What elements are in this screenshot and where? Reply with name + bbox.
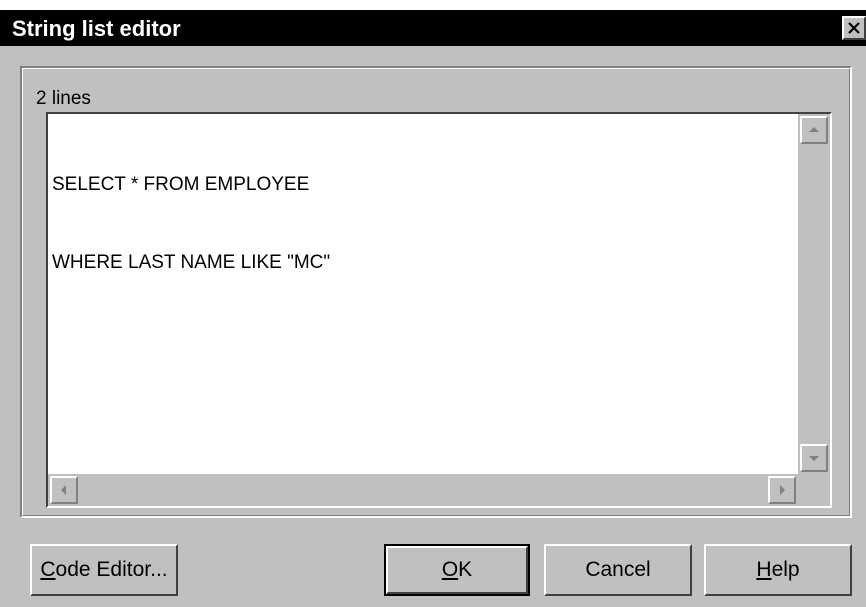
scrollbar-corner <box>798 474 830 506</box>
close-icon <box>848 22 860 34</box>
horizontal-scrollbar[interactable] <box>48 474 798 506</box>
cancel-button[interactable]: Cancel <box>544 544 692 596</box>
ok-button[interactable]: OK <box>384 544 530 596</box>
editor-group: 2 lines SELECT * FROM EMPLOYEE WHERE LAS… <box>20 66 852 518</box>
editor-content: SELECT * FROM EMPLOYEE WHERE LAST NAME L… <box>52 120 330 328</box>
arrow-down-icon <box>809 456 819 461</box>
arrow-up-icon <box>809 127 819 132</box>
help-button[interactable]: Help <box>704 544 852 596</box>
close-button[interactable] <box>842 16 866 40</box>
string-list-textarea[interactable]: SELECT * FROM EMPLOYEE WHERE LAST NAME L… <box>46 112 832 508</box>
arrow-left-icon <box>61 485 66 495</box>
string-list-editor-dialog: String list editor 2 lines SELECT * FROM… <box>0 10 866 607</box>
editor-line: WHERE LAST NAME LIKE "MC" <box>52 252 331 273</box>
title-bar: String list editor <box>0 10 866 46</box>
scroll-up-button[interactable] <box>800 116 828 144</box>
vertical-scrollbar[interactable] <box>798 114 830 474</box>
editor-line: SELECT * FROM EMPLOYEE <box>52 174 310 195</box>
scroll-down-button[interactable] <box>800 444 828 472</box>
scroll-left-button[interactable] <box>50 476 78 504</box>
arrow-right-icon <box>780 485 785 495</box>
code-editor-button[interactable]: Code Editor... <box>30 544 178 596</box>
window-title: String list editor <box>12 16 181 41</box>
scroll-right-button[interactable] <box>768 476 796 504</box>
line-count-label: 2 lines <box>36 88 91 109</box>
